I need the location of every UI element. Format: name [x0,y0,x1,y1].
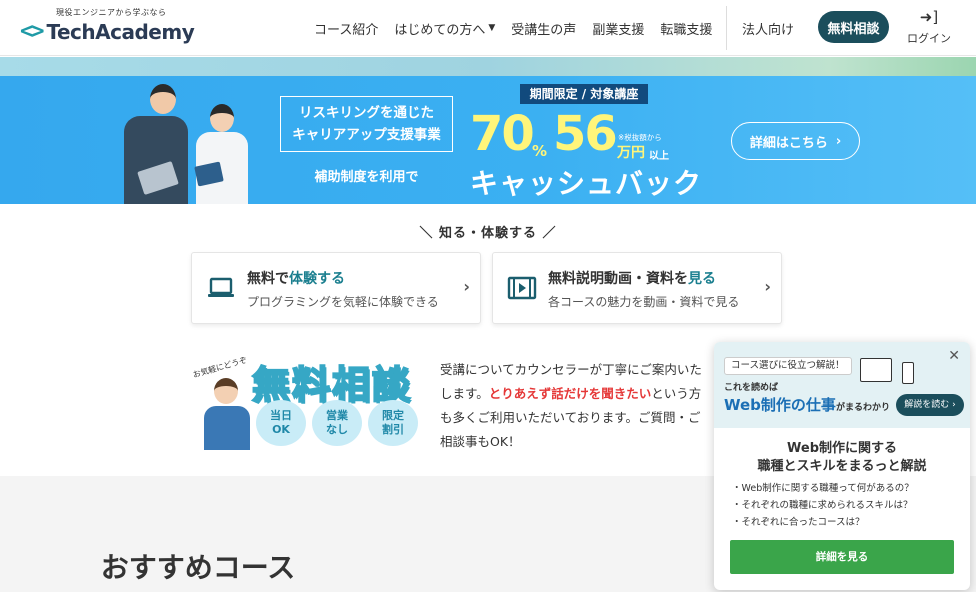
chevron-down-icon: ▼ [488,23,496,33]
free-trial-card[interactable]: 無料で体験する プログラミングを気軽に体験できる › [191,252,481,324]
nav-corporate[interactable]: 法人向け [742,19,794,38]
login-icon: ➜] [919,8,939,26]
phone-icon [902,362,914,384]
consult-description: 受講についてカウンセラーが丁寧にご案内いたします。とりあえず話だけを聞きたいとい… [440,362,702,449]
popup-kore: これを読めば [724,383,779,393]
chevron-right-icon: › [835,133,842,149]
card-title: 無料で体験する [247,271,345,287]
chevron-right-icon: › [463,277,470,296]
percent-unit: % [532,142,548,160]
nav-course[interactable]: コース紹介 [314,19,378,38]
guide-popup: コース選びに役立つ解説！ これを読めば Web制作の仕事がまるわかり 解説を読む… [714,342,970,590]
period-badge: 期間限定 / 対象講座 [520,84,648,104]
logo-mark-icon: <> [20,19,44,44]
video-icon [507,276,537,300]
free-consult-graphic[interactable]: お気軽にどうぞ 無料相談 当日 OK 営業 なし 限定 割引 [192,354,430,450]
subsidy-text: 補助制度を利用で [314,170,419,185]
nav-divider [726,6,727,50]
main-nav: コース紹介 はじめての方へ ▼ 受講生の声 副業支援 転職支援 [314,0,728,56]
nav-side-job[interactable]: 副業支援 [592,19,644,38]
same-day-bubble: 当日 OK [256,400,306,446]
logo-text: TechAcademy [46,19,195,44]
cashback-text: キャッシュバック [470,167,703,200]
card-subtitle: プログラミングを気軽に体験できる [247,295,439,309]
laptop-icon [208,277,234,297]
monitor-icon [860,358,892,382]
logo-tagline: 現役エンジニアから学ぶなら [56,8,167,17]
popup-heading: Web制作に関する 職種とスキルをまるっと解説 [757,441,927,474]
nav-voices[interactable]: 受講生の声 [511,19,576,38]
banner-detail-button[interactable]: 詳細はこちら › [731,122,860,160]
list-item: それぞれに合ったコースは？ [732,514,914,531]
list-item: それぞれの職種に求められるスキルは？ [732,497,914,514]
know-section-title: ＼ 知る・体験する ／ [419,226,557,241]
nav-beginners[interactable]: はじめての方へ ▼ [394,19,495,38]
popup-banner[interactable]: コース選びに役立つ解説！ これを読めば Web制作の仕事がまるわかり 解説を読む… [714,342,970,428]
close-icon[interactable]: ✕ [948,348,960,364]
cashback-banner[interactable]: リスキリングを通じた キャリアアップ支援事業 補助制度を利用で 期間限定 / 対… [0,76,976,204]
site-header: 現役エンジニアから学ぶなら <> TechAcademy コース紹介 はじめての… [0,0,976,56]
popup-web-title: Web制作の仕事がまるわかり [724,396,890,414]
reskilling-box: リスキリングを通じた キャリアアップ支援事業 [280,96,453,152]
popup-detail-button[interactable]: 詳細を見る [730,540,954,574]
chevron-right-icon: › [764,277,771,296]
man-head [150,84,176,114]
no-sales-bubble: 営業 なし [312,400,362,446]
woman-head [210,104,234,132]
read-guide-button[interactable]: 解説を読む › [896,394,964,416]
hero-strip [0,57,976,76]
video-material-card[interactable]: 無料説明動画・資料を見る 各コースの魅力を動画・資料で見る › [492,252,782,324]
above-text: 以上 [649,151,669,162]
free-consult-button[interactable]: 無料相談 [818,11,889,43]
popup-list: Web制作に関する職種って何があるの？ それぞれの職種に求められるスキルは？ そ… [732,480,914,531]
amount-value: 56 [553,106,618,162]
list-item: Web制作に関する職種って何があるの？ [732,480,914,497]
popup-pill: コース選びに役立つ解説！ [724,357,852,375]
okigaru-text: お気軽にどうぞ [191,355,249,380]
card-subtitle: 各コースの魅力を動画・資料で見る [548,295,740,309]
counselor-illustration [198,378,254,450]
card-title: 無料説明動画・資料を見る [548,271,716,287]
nav-career[interactable]: 転職支援 [660,19,712,38]
login-button[interactable]: ➜] ログイン [904,8,954,46]
amount-unit: 万円 [617,145,645,161]
limited-discount-bubble: 限定 割引 [368,400,418,446]
percent-value: 70 [470,106,535,162]
logo[interactable]: 現役エンジニアから学ぶなら <> TechAcademy [20,7,195,44]
